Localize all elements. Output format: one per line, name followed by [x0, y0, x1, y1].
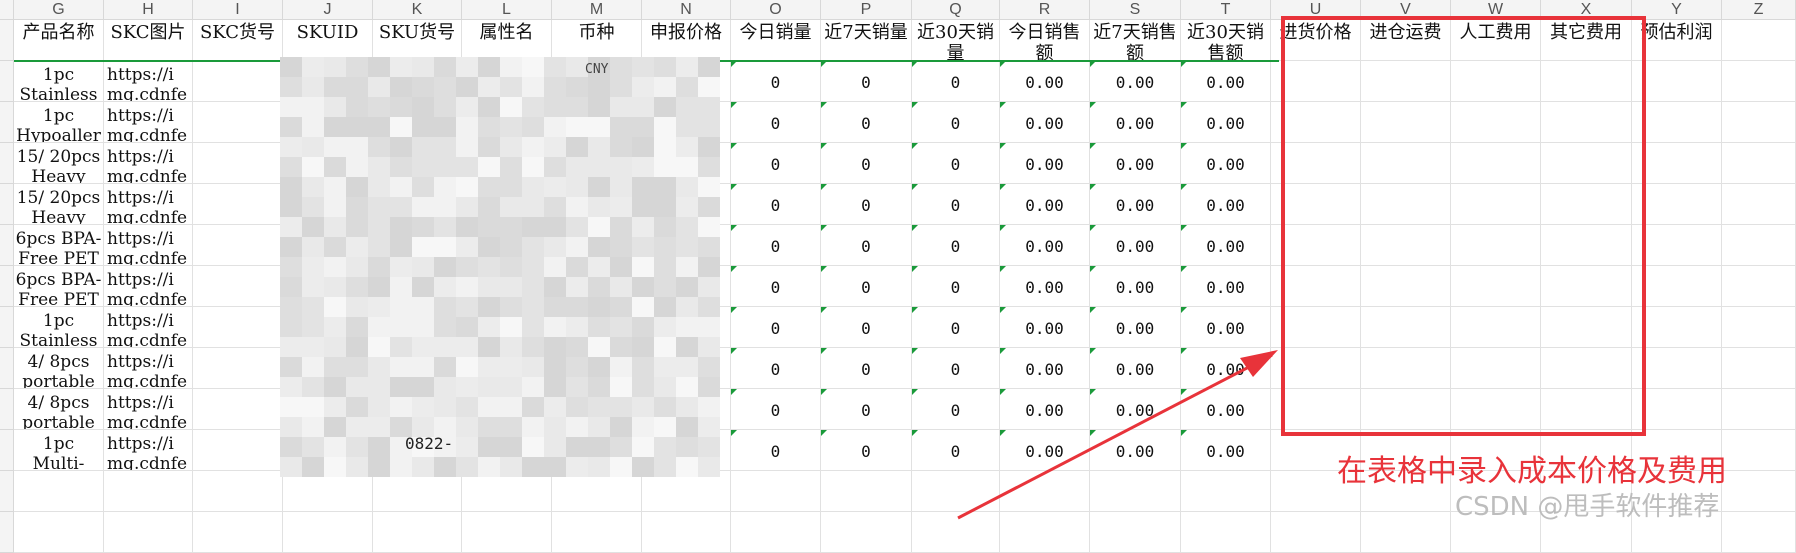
annotation-label: 在表格中录入成本价格及费用 [1337, 454, 1727, 489]
watermark: CSDN @甩手软件推荐 [1455, 492, 1720, 522]
partial-currency-text: CNY [585, 62, 609, 77]
partial-sku-text: 0822- [405, 434, 454, 453]
